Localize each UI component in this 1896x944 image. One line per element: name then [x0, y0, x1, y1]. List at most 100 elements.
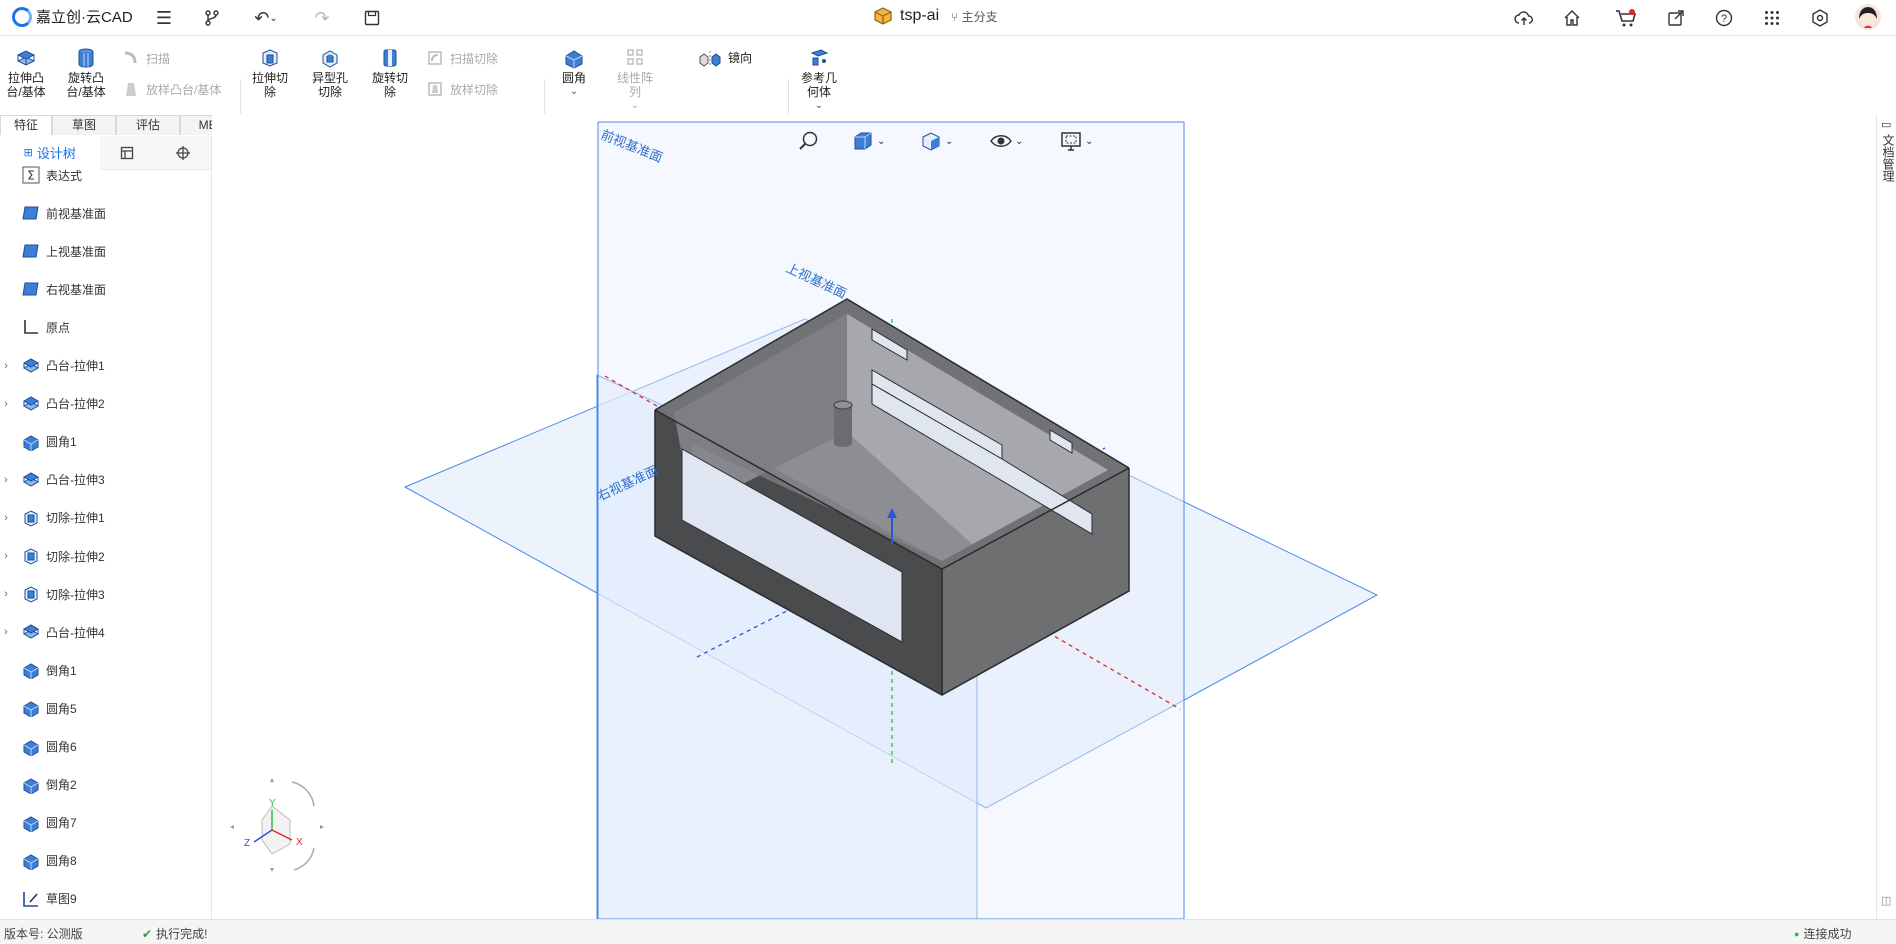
tree-item-label: 前视基准面: [46, 206, 107, 221]
share-icon[interactable]: [1664, 6, 1688, 30]
tree-item[interactable]: › 切除-拉伸1: [0, 506, 105, 530]
expand-arrow-icon[interactable]: ›: [0, 398, 12, 410]
upload-icon[interactable]: [1512, 6, 1536, 30]
folder-icon: ▭: [1881, 119, 1892, 131]
extrude-cut-button[interactable]: 拉伸切 除: [248, 47, 292, 99]
tab-evaluate[interactable]: 评估: [116, 115, 180, 135]
sigma-icon: Σ: [22, 166, 40, 184]
save-icon[interactable]: [360, 6, 384, 30]
apps-grid-icon[interactable]: [1760, 6, 1784, 30]
expand-arrow-icon[interactable]: ›: [0, 474, 12, 486]
top-bar: 嘉立创·云CAD ☰ ↶ ⌄ ↷ tsp-ai ⑂ 主分支 ?: [0, 0, 1896, 36]
tree-item[interactable]: 倒角1: [0, 658, 77, 682]
tree-item[interactable]: › 凸台-拉伸3: [0, 468, 105, 492]
rotate-ccw-icon[interactable]: [293, 847, 315, 871]
cart-icon[interactable]: [1614, 6, 1638, 30]
document-title: tsp-ai: [900, 7, 940, 24]
doc-manage-tab[interactable]: 文档管理: [1879, 134, 1895, 182]
tree-item[interactable]: 圆角1: [0, 430, 77, 454]
menu-icon[interactable]: ☰: [152, 6, 176, 30]
tab-property[interactable]: [100, 136, 156, 170]
view-triad[interactable]: Y X Z: [230, 778, 324, 872]
fillet-dropdown-icon[interactable]: ⌄: [570, 85, 578, 99]
expand-arrow-icon[interactable]: ›: [0, 512, 12, 524]
tree-item[interactable]: › 切除-拉伸2: [0, 544, 105, 568]
ref-geometry-dropdown-icon[interactable]: ⌄: [815, 99, 823, 113]
tree-item[interactable]: › 凸台-拉伸4: [0, 620, 105, 644]
branch-label[interactable]: ⑂ 主分支: [951, 8, 998, 25]
tab-origin-view[interactable]: [155, 136, 211, 170]
document-title-area[interactable]: tsp-ai ⑂ 主分支: [872, 6, 998, 26]
tree-item[interactable]: 前视基准面: [0, 201, 106, 225]
tree-item-label: 倒角2: [46, 778, 77, 793]
tree-item[interactable]: › 凸台-拉伸1: [0, 354, 105, 378]
reference-geometry-icon: [810, 49, 829, 66]
home-icon[interactable]: [1560, 6, 1584, 30]
tree-item[interactable]: Σ 表达式: [0, 163, 82, 187]
tree-item[interactable]: 圆角5: [0, 696, 77, 720]
expand-arrow-icon[interactable]: ›: [0, 588, 12, 600]
tree-item[interactable]: 圆角8: [0, 849, 77, 873]
sweep-cut-button[interactable]: 扫描切除: [426, 49, 498, 67]
mouse-icon: ◫: [1881, 895, 1892, 907]
mirror-button[interactable]: 镜向: [698, 49, 752, 67]
app-logo[interactable]: 嘉立创·云CAD: [12, 6, 133, 27]
3d-viewport[interactable]: 前视基准面 上视基准面 右视基准面 Y X Z ⌄ ⌄ ⌄ ⌄: [212, 114, 1876, 919]
expand-arrow-icon[interactable]: ›: [0, 626, 12, 638]
revolve-cut-button[interactable]: 旋转切 除: [368, 47, 412, 99]
tree-item[interactable]: 原点: [0, 315, 70, 339]
help-icon[interactable]: ?: [1712, 6, 1736, 30]
screen-view-button[interactable]: ⌄: [1060, 130, 1093, 152]
model-canvas[interactable]: 前视基准面 上视基准面 右视基准面 Y X Z: [212, 114, 1876, 919]
pattern-dropdown-icon[interactable]: ⌄: [631, 99, 639, 113]
expand-arrow-icon[interactable]: ›: [0, 550, 12, 562]
chevron-down-icon: ⌄: [945, 135, 954, 147]
avatar[interactable]: [1854, 3, 1882, 31]
tree-item-label: 倒角1: [46, 663, 77, 678]
tree-item[interactable]: 圆角6: [0, 735, 77, 759]
linear-pattern-button[interactable]: 线性阵 列 ⌄: [612, 47, 658, 113]
expand-arrow-icon[interactable]: ›: [0, 360, 12, 372]
display-style-button[interactable]: ⌄: [920, 130, 953, 152]
tab-sketch[interactable]: 草图: [52, 115, 116, 135]
fillet-icon: [22, 776, 40, 795]
tree-item[interactable]: 倒角2: [0, 773, 77, 797]
view-orientation-button[interactable]: ⌄: [852, 130, 885, 152]
sweep-button[interactable]: 扫描: [122, 49, 170, 67]
fillet-button[interactable]: 圆角 ⌄: [556, 47, 592, 99]
rotate-up-icon[interactable]: [270, 778, 274, 782]
loft-boss-button[interactable]: 放样凸台/基体: [122, 80, 221, 98]
check-icon: ✔: [142, 926, 153, 941]
tree-item[interactable]: 圆角7: [0, 811, 77, 835]
cut-icon: [22, 585, 40, 603]
search-icon: [799, 131, 818, 150]
rotate-cw-icon[interactable]: [291, 781, 315, 807]
rotate-right-icon[interactable]: [320, 825, 324, 829]
redo-icon[interactable]: ↷: [310, 6, 334, 30]
tree-item[interactable]: › 切除-拉伸3: [0, 582, 105, 606]
tree-item[interactable]: 右视基准面: [0, 277, 106, 301]
zoom-fit-button[interactable]: [798, 130, 820, 152]
branch-icon[interactable]: [200, 6, 224, 30]
tab-feature[interactable]: 特征: [0, 115, 52, 135]
sketch-icon: [22, 890, 40, 908]
undo-icon[interactable]: ↶ ⌄: [248, 6, 284, 30]
tree-item[interactable]: 上视基准面: [0, 239, 106, 263]
fillet-icon: [565, 50, 583, 69]
settings-icon[interactable]: [1808, 6, 1832, 30]
rotate-left-icon[interactable]: [230, 825, 234, 829]
chevron-down-icon: ⌄: [1015, 135, 1024, 147]
visibility-button[interactable]: ⌄: [990, 130, 1023, 152]
extrude-boss-button[interactable]: 拉伸凸 台/基体: [4, 47, 48, 99]
tree-item[interactable]: 草图9: [0, 887, 77, 911]
tree-item-label: 切除-拉伸1: [46, 511, 105, 526]
boss-icon: [22, 623, 40, 641]
rotate-down-icon[interactable]: [270, 868, 274, 872]
hole-cut-button[interactable]: 异型孔 切除: [308, 47, 352, 99]
tree-item[interactable]: › 凸台-拉伸2: [0, 392, 105, 416]
loft-cut-button[interactable]: 放样切除: [426, 80, 498, 98]
revolve-boss-button[interactable]: 旋转凸 台/基体: [64, 47, 108, 99]
plane-icon: [22, 242, 40, 260]
connection-status: ● 连接成功: [1794, 927, 1852, 941]
reference-geometry-button[interactable]: 参考几 何体 ⌄: [796, 47, 842, 113]
